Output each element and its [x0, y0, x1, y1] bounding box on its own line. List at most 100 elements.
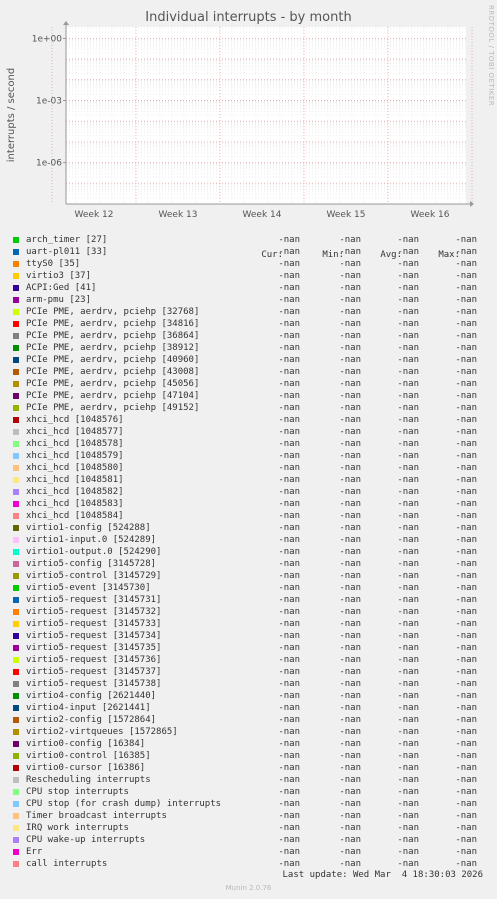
legend-cur-value: -nan [278, 799, 300, 809]
legend-row: virtio5-request [3145738] -nan -nan -nan -na… [0, 678, 497, 690]
legend-cur-value: -nan [278, 319, 300, 329]
legend-min-value: -nan [339, 403, 361, 413]
legend-series-name: ttyS0 [35] [26, 259, 81, 269]
legend-cur-value: -nan [278, 283, 300, 293]
legend-avg-value: -nan [397, 247, 419, 257]
legend-min-value: -nan [339, 415, 361, 425]
legend-max-value: -nan [455, 343, 477, 353]
legend-series-name: call interrupts [26, 859, 108, 869]
legend-swatch [13, 585, 19, 591]
legend-cur-value: -nan [278, 415, 300, 425]
legend-cur-value: -nan [278, 235, 300, 245]
legend-row: PCIe PME, aerdrv, pciehp [43008] -nan -nan… [0, 366, 497, 378]
legend-max-value: -nan [455, 679, 477, 689]
legend-swatch [13, 621, 19, 627]
legend-avg-value: -nan [397, 667, 419, 677]
legend-cur-value: -nan [278, 703, 300, 713]
legend-cur-value: -nan [278, 823, 300, 833]
legend-max-value: -nan [455, 235, 477, 245]
legend-swatch [13, 237, 19, 243]
legend-max-value: -nan [455, 439, 477, 449]
legend-min-value: -nan [339, 703, 361, 713]
legend-min-value: -nan [339, 715, 361, 725]
legend-swatch [13, 657, 19, 663]
legend-avg-value: -nan [397, 691, 419, 701]
legend-max-value: -nan [455, 775, 477, 785]
legend-swatch [13, 429, 19, 435]
legend-swatch [13, 489, 19, 495]
legend-cur-value: -nan [278, 307, 300, 317]
legend-avg-value: -nan [397, 523, 419, 533]
legend-avg-value: -nan [397, 355, 419, 365]
legend-row: virtio1-input.0 [524289] -nan -nan -nan -nan [0, 534, 497, 546]
legend-max-value: -nan [455, 619, 477, 629]
legend-series-name: uart-pl011 [33] [26, 247, 108, 257]
legend-min-value: -nan [339, 379, 361, 389]
legend-avg-value: -nan [397, 631, 419, 641]
last-update: Last update: Wed Mar 4 18:30:03 2026 [282, 870, 483, 880]
legend-row: virtio5-event [3145730] -nan -nan -nan -nan [0, 582, 497, 594]
legend-swatch [13, 693, 19, 699]
legend-series-name: virtio5-event [3145730] [26, 583, 151, 593]
legend-cur-value: -nan [278, 367, 300, 377]
legend-row: uart-pl011 [33] -nan -nan -nan -nan [0, 246, 497, 258]
legend-min-value: -nan [339, 283, 361, 293]
legend-max-value: -nan [455, 571, 477, 581]
legend-min-value: -nan [339, 859, 361, 869]
legend-max-value: -nan [455, 727, 477, 737]
x-tick-label: Week 15 [327, 210, 366, 220]
legend-avg-value: -nan [397, 475, 419, 485]
legend-series-name: arm-pmu [23] [26, 295, 92, 305]
legend-max-value: -nan [455, 463, 477, 473]
legend-row: xhci_hcd [1048584] -nan -nan -nan -nan [0, 510, 497, 522]
legend-row: Timer broadcast interrupts -nan -nan -nan -n… [0, 810, 497, 822]
legend-max-value: -nan [455, 631, 477, 641]
legend-cur-value: -nan [278, 259, 300, 269]
legend-row: virtio5-request [3145736] -nan -nan -nan -na… [0, 654, 497, 666]
legend-max-value: -nan [455, 703, 477, 713]
legend-max-value: -nan [455, 655, 477, 665]
legend-row: ttyS0 [35] -nan -nan -nan -nan [0, 258, 497, 270]
legend-row: xhci_hcd [1048583] -nan -nan -nan -nan [0, 498, 497, 510]
legend-min-value: -nan [339, 607, 361, 617]
legend-cur-value: -nan [278, 403, 300, 413]
legend-cur-value: -nan [278, 739, 300, 749]
legend-avg-value: -nan [397, 535, 419, 545]
legend-series-name: virtio5-request [3145736] [26, 655, 162, 665]
legend-row: PCIe PME, aerdrv, pciehp [47104] -nan -nan… [0, 390, 497, 402]
legend-swatch [13, 789, 19, 795]
legend-series-name: xhci_hcd [1048580] [26, 463, 124, 473]
legend-min-value: -nan [339, 511, 361, 521]
legend-series-name: xhci_hcd [1048577] [26, 427, 124, 437]
legend-series-name: PCIe PME, aerdrv, pciehp [43008] [26, 367, 200, 377]
legend-max-value: -nan [455, 535, 477, 545]
legend-swatch [13, 369, 19, 375]
legend-cur-value: -nan [278, 331, 300, 341]
legend-row: CPU stop interrupts -nan -nan -nan -nan [0, 786, 497, 798]
legend-row: Err -nan -nan -nan -nan [0, 846, 497, 858]
legend-cur-value: -nan [278, 727, 300, 737]
legend-series-name: PCIe PME, aerdrv, pciehp [40960] [26, 355, 200, 365]
legend-series-name: virtio4-input [2621441] [26, 703, 151, 713]
legend-max-value: -nan [455, 691, 477, 701]
legend-avg-value: -nan [397, 463, 419, 473]
legend-max-value: -nan [455, 607, 477, 617]
legend-avg-value: -nan [397, 703, 419, 713]
legend-avg-value: -nan [397, 343, 419, 353]
legend-swatch [13, 441, 19, 447]
legend-row: xhci_hcd [1048576] -nan -nan -nan -nan [0, 414, 497, 426]
legend-row: call interrupts -nan -nan -nan -nan [0, 858, 497, 870]
legend-min-value: -nan [339, 559, 361, 569]
legend-swatch [13, 309, 19, 315]
legend-swatch [13, 525, 19, 531]
legend-row: PCIe PME, aerdrv, pciehp [36864] -nan -nan… [0, 330, 497, 342]
legend-row: CPU stop (for crash dump) interrupts -nan… [0, 798, 497, 810]
legend-min-value: -nan [339, 259, 361, 269]
x-tick-label: Week 12 [75, 210, 114, 220]
legend-max-value: -nan [455, 547, 477, 557]
legend-min-value: -nan [339, 823, 361, 833]
legend-cur-value: -nan [278, 559, 300, 569]
legend-avg-value: -nan [397, 811, 419, 821]
legend-cur-value: -nan [278, 499, 300, 509]
legend-cur-value: -nan [278, 271, 300, 281]
